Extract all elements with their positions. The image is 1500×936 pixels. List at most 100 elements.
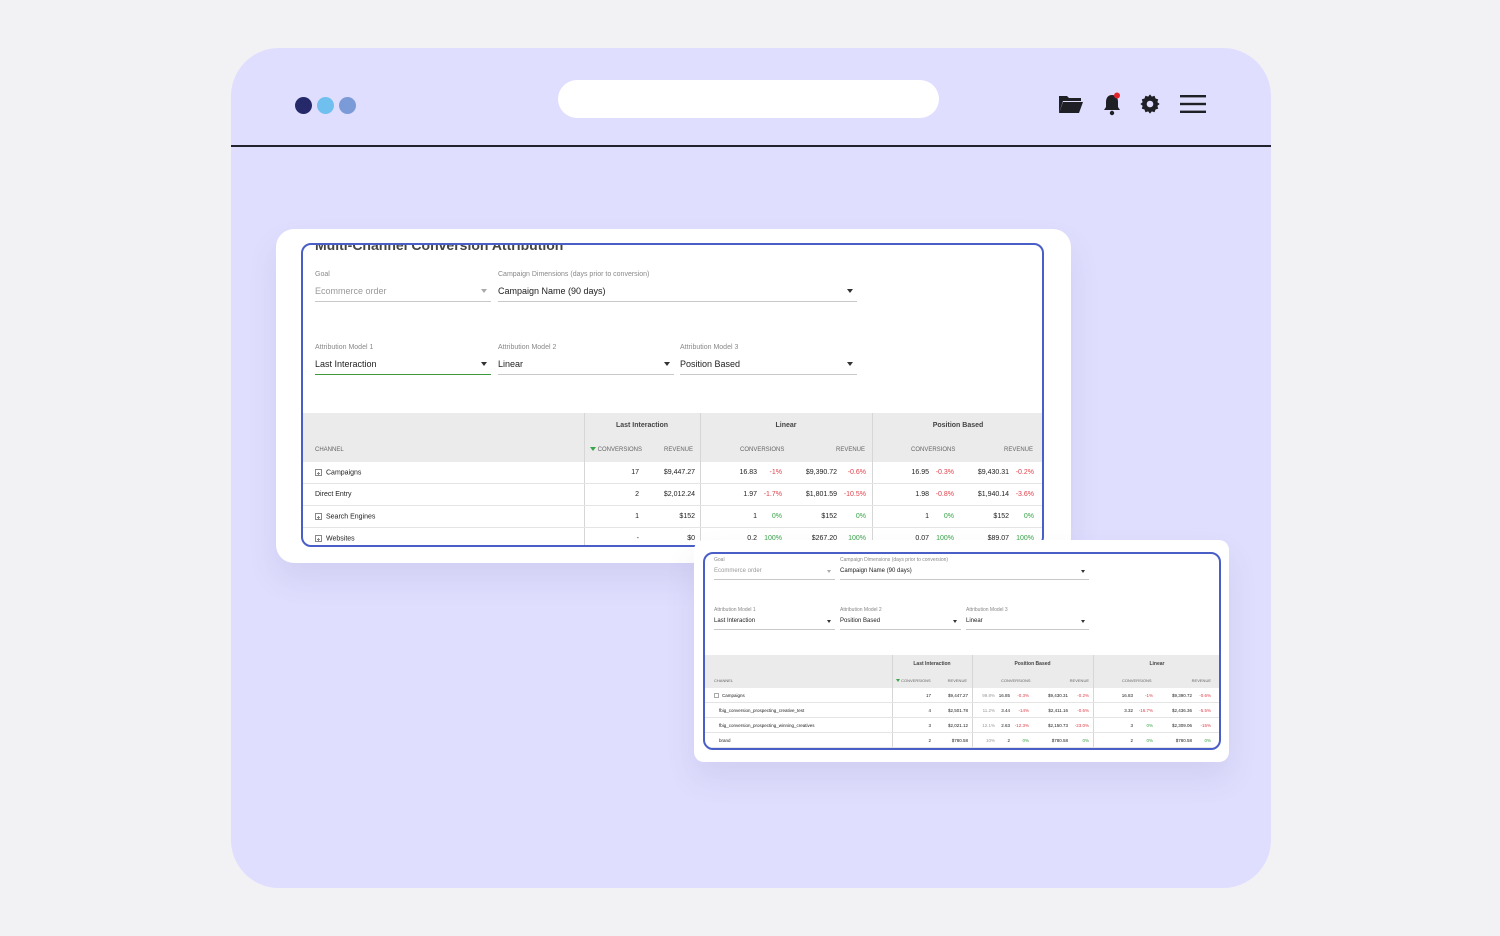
revenue-header-3[interactable]: REVENUE bbox=[1177, 678, 1211, 683]
goal-label: Goal bbox=[714, 557, 725, 563]
attribution-model-2-select[interactable]: Attribution Model 2 Linear bbox=[498, 344, 674, 375]
revenue-cell: $1,940.14 bbox=[977, 491, 1009, 498]
delta-cell: -1% bbox=[769, 469, 782, 476]
attribution-model-1-select[interactable]: Attribution Model 1 Last Interaction bbox=[714, 607, 835, 630]
conversions-header-3[interactable]: CONVERSIONS bbox=[1122, 678, 1152, 683]
table-header bbox=[705, 655, 1219, 688]
revenue-cell: $152 bbox=[679, 513, 695, 520]
window-minimize-dot[interactable] bbox=[317, 97, 334, 114]
revenue-cell: $0 bbox=[687, 535, 695, 542]
conversions-cell: 1 bbox=[753, 513, 757, 520]
revenue-cell: $2,012.24 bbox=[663, 491, 695, 498]
delta-cell: -0.6% bbox=[847, 469, 866, 476]
hamburger-menu-icon[interactable] bbox=[1179, 92, 1207, 116]
share-cell: 99.8% bbox=[982, 693, 995, 698]
revenue-cell: $2,150.73 bbox=[1047, 723, 1068, 728]
channel-header[interactable]: CHANNEL bbox=[714, 678, 733, 683]
sort-desc-icon bbox=[896, 679, 900, 683]
conversions-header-2[interactable]: CONVERSIONS bbox=[740, 447, 784, 453]
revenue-cell: $2,309.06 bbox=[1171, 723, 1192, 728]
delta-cell: -1% bbox=[1144, 693, 1153, 698]
delta-cell: 0% bbox=[943, 513, 954, 520]
attribution-model-1-label: Attribution Model 1 bbox=[315, 344, 374, 351]
channel-cell[interactable]: Search Engines bbox=[315, 513, 375, 520]
attribution-model-3-value: Linear bbox=[966, 618, 983, 624]
conversions-cell: 17 bbox=[925, 693, 931, 698]
attribution-model-3-select[interactable]: Attribution Model 3 Linear bbox=[966, 607, 1089, 630]
window-close-dot[interactable] bbox=[295, 97, 312, 114]
channel-cell[interactable]: brand bbox=[719, 738, 731, 743]
campaign-dimensions-select[interactable]: Campaign Dimensions (days prior to conve… bbox=[498, 271, 857, 302]
share-cell: 12.1% bbox=[982, 723, 995, 728]
revenue-cell: $152 bbox=[993, 513, 1009, 520]
channel-cell[interactable]: fbig_conversion_prospecting_winning_crea… bbox=[719, 723, 815, 728]
channel-cell[interactable]: Campaigns bbox=[714, 693, 745, 699]
delta-cell: 0% bbox=[1023, 513, 1034, 520]
revenue-cell: $9,447.27 bbox=[663, 469, 695, 476]
channel-cell[interactable]: fbig_conversion_prospecting_creative_tes… bbox=[719, 708, 804, 713]
conversions-header-1[interactable]: CONVERSIONS bbox=[896, 678, 931, 683]
conversions-header-2[interactable]: CONVERSIONS bbox=[1001, 678, 1031, 683]
address-bar[interactable] bbox=[558, 80, 939, 118]
revenue-header-1[interactable]: REVENUE bbox=[935, 678, 967, 683]
channel-name: fbig_conversion_prospecting_creative_tes… bbox=[719, 708, 805, 713]
bell-icon[interactable] bbox=[1102, 92, 1122, 116]
window-maximize-dot[interactable] bbox=[339, 97, 356, 114]
channel-header[interactable]: CHANNEL bbox=[315, 447, 344, 453]
group-header-2: Linear bbox=[775, 422, 797, 429]
channel-cell[interactable]: Websites bbox=[315, 535, 355, 542]
campaign-dimensions-select[interactable]: Campaign Dimensions (days prior to conve… bbox=[840, 557, 1089, 580]
revenue-cell: $152 bbox=[821, 513, 837, 520]
conversions-header-1[interactable]: CONVERSIONS bbox=[590, 447, 642, 453]
delta-cell: 0% bbox=[1082, 738, 1089, 743]
conversions-cell: 2 bbox=[635, 491, 639, 498]
expand-plus-icon[interactable] bbox=[714, 693, 719, 699]
delta-cell: -0.2% bbox=[1015, 469, 1034, 476]
revenue-header-2[interactable]: REVENUE bbox=[813, 447, 865, 453]
delta-cell: -0.6% bbox=[1077, 708, 1089, 713]
revenue-cell: $2,021.12 bbox=[947, 723, 968, 728]
table-header bbox=[303, 413, 1042, 462]
expand-plus-icon[interactable] bbox=[315, 469, 322, 476]
delta-cell: -5.5% bbox=[1199, 708, 1211, 713]
channel-cell[interactable]: Direct Entry bbox=[315, 491, 352, 498]
delta-cell: -12.3% bbox=[1014, 723, 1029, 728]
revenue-cell: $9,390.72 bbox=[1171, 693, 1192, 698]
conversions-cell: - bbox=[636, 535, 639, 542]
goal-value: Ecommerce order bbox=[315, 286, 387, 296]
conversions-cell: 4 bbox=[928, 708, 931, 713]
revenue-header-1[interactable]: REVENUE bbox=[643, 447, 693, 453]
expand-plus-icon[interactable] bbox=[315, 513, 322, 520]
campaign-dimensions-label: Campaign Dimensions (days prior to conve… bbox=[840, 557, 949, 563]
goal-select[interactable]: Goal Ecommerce order bbox=[315, 271, 491, 302]
conversions-cell: 3.32 bbox=[1124, 708, 1133, 713]
channel-cell[interactable]: Campaigns bbox=[315, 469, 361, 476]
folder-open-icon[interactable] bbox=[1058, 92, 1084, 116]
chevron-down-icon bbox=[827, 620, 831, 623]
revenue-header-3[interactable]: REVENUE bbox=[983, 447, 1033, 453]
conversions-cell: 1.97 bbox=[743, 491, 757, 498]
attribution-card-secondary: Goal Ecommerce order Campaign Dimensions… bbox=[694, 540, 1229, 762]
attribution-model-3-select[interactable]: Attribution Model 3 Position Based bbox=[680, 344, 857, 375]
sort-desc-icon bbox=[590, 447, 596, 452]
attribution-model-3-value: Position Based bbox=[680, 359, 741, 369]
notification-badge bbox=[1114, 92, 1120, 99]
revenue-cell: $780.58 bbox=[1175, 738, 1192, 743]
group-header-3: Position Based bbox=[932, 422, 984, 429]
chevron-down-icon bbox=[664, 362, 670, 366]
expand-plus-icon[interactable] bbox=[315, 535, 322, 542]
attribution-model-1-select[interactable]: Attribution Model 1 Last Interaction bbox=[315, 344, 491, 375]
delta-cell: -0.6% bbox=[1199, 693, 1211, 698]
delta-cell: -23.0% bbox=[1074, 723, 1089, 728]
chevron-down-icon bbox=[827, 570, 831, 573]
attribution-model-2-select[interactable]: Attribution Model 2 Position Based bbox=[840, 607, 961, 630]
chevron-down-icon bbox=[1081, 620, 1085, 623]
gear-icon[interactable] bbox=[1139, 92, 1161, 116]
revenue-header-2[interactable]: REVENUE bbox=[1055, 678, 1089, 683]
attribution-panel: Multi-Channel Conversion Attribution Goa… bbox=[301, 243, 1044, 547]
goal-select[interactable]: Goal Ecommerce order bbox=[714, 557, 835, 580]
delta-cell: -1.7% bbox=[763, 491, 782, 498]
campaign-dimensions-value: Campaign Name (90 days) bbox=[840, 568, 912, 574]
conversions-header-3[interactable]: CONVERSIONS bbox=[911, 447, 955, 453]
chevron-down-icon bbox=[847, 289, 853, 293]
